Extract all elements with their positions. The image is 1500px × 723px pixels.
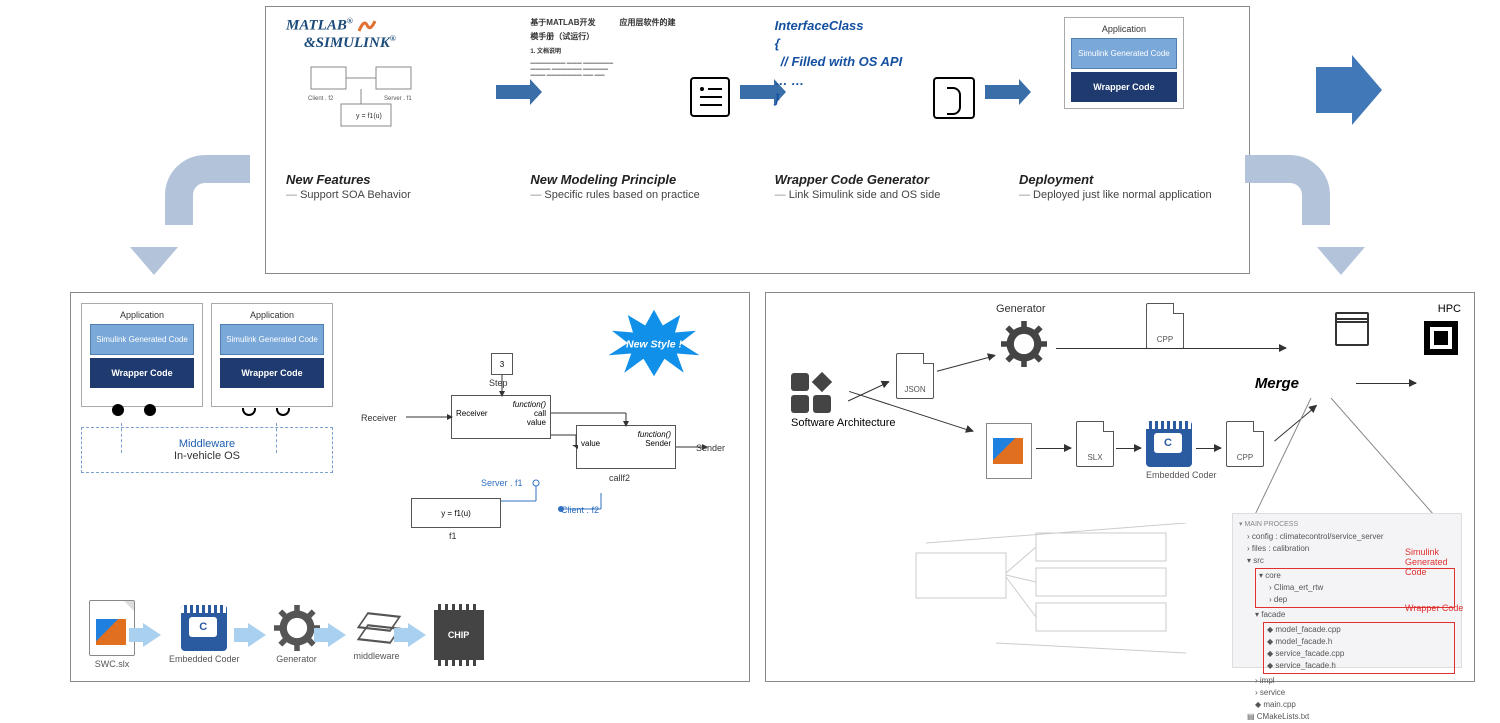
svg-text:Server . f1: Server . f1: [384, 96, 412, 102]
workflow-top-panel: MATLAB® &SIMULINK® y = f1(u) Client . f2…: [265, 6, 1250, 274]
stage-new-features: MATLAB® &SIMULINK® y = f1(u) Client . f2…: [286, 17, 496, 167]
matlab-wave-icon: [357, 17, 377, 35]
hpc-toolchain-panel: Software Architecture JSON Generator CPP…: [765, 292, 1475, 682]
chip-step: CHIP: [434, 610, 484, 660]
stage-modeling-principle: 基于MATLAB开发 应用层软件的建 模手册（试运行） 1. 文档说明 ▬▬▬▬…: [530, 17, 740, 167]
port-dot-icon: [112, 404, 124, 416]
stage-deployment: Application Simulink Generated Code Wrap…: [1019, 17, 1229, 167]
archive-box-icon: [1335, 318, 1369, 346]
merge-label: Merge: [1255, 375, 1299, 392]
arrow-icon: [1356, 383, 1416, 384]
matlab-brand: MATLAB: [286, 17, 347, 33]
chip-icon: CHIP: [434, 610, 484, 660]
curved-arrow-right-icon: [1245, 140, 1355, 270]
curved-arrow-left-icon: [140, 140, 250, 270]
flow-arrow-icon: [496, 85, 530, 99]
modules-icon: [791, 373, 831, 413]
layers-icon: [355, 608, 399, 648]
connector-line: [276, 423, 277, 453]
wrapper-code-box: Wrapper Code: [1071, 72, 1177, 102]
flow-arrow-icon: [143, 623, 161, 647]
cpp-file-icon: CPP: [1146, 303, 1184, 349]
port-dot-icon: [144, 404, 156, 416]
gear-icon: [1001, 321, 1047, 367]
plugin-icon: [933, 77, 975, 119]
simulink-model-thumbnail: [896, 523, 1196, 663]
hpc-chip-icon: [1424, 321, 1458, 355]
svg-text:y = f1(u): y = f1(u): [356, 113, 382, 120]
list-document-icon: [690, 77, 730, 117]
application-stack: Application Simulink Generated Code Wrap…: [81, 303, 203, 407]
svg-text:New Style !: New Style !: [626, 338, 683, 350]
simulink-brand: &SIMULINK: [304, 35, 390, 51]
stage-wrapper-generator: InterfaceClass { // Filled with OS API ……: [775, 17, 985, 167]
file-tree-panel: ▾ MAIN PROCESS › config : climatecontrol…: [1232, 513, 1462, 668]
simulink-new-style-model: 3 Step Receiver function() Receivercall …: [361, 353, 731, 543]
arrow-icon: [1036, 448, 1071, 449]
embedded-coder-icon: [1146, 421, 1192, 467]
simulink-model-thumbnail: y = f1(u) Client . f2 Server . f1: [306, 62, 426, 132]
port-arc-icon: [242, 408, 256, 416]
hpc-label: HPC: [1438, 303, 1461, 315]
middleware-box: Middleware In-vehicle OS: [81, 427, 333, 473]
simulink-file-icon: [986, 423, 1032, 479]
slx-file-icon: SLX: [1076, 421, 1114, 467]
simulink-generated-code-box: Simulink Generated Code: [1071, 38, 1177, 69]
port-arc-icon: [276, 408, 290, 416]
embedded-coder-node: Embedded Coder: [1146, 421, 1217, 480]
arrow-icon: [1196, 448, 1221, 449]
flow-arrow-icon: [740, 85, 774, 99]
flow-arrow-icon: [328, 623, 346, 647]
embedded-coder-icon: [181, 605, 227, 651]
flow-arrow-icon: [408, 623, 426, 647]
embedded-coder: Embedded Coder: [169, 605, 240, 664]
svg-text:Client . f2: Client . f2: [308, 96, 334, 102]
arrow-icon: [1116, 448, 1141, 449]
arrow-icon: [937, 355, 995, 371]
json-file-icon: JSON: [896, 353, 934, 399]
flow-arrow-icon: [985, 85, 1019, 99]
flow-arrow-icon: [248, 623, 266, 647]
soa-architecture-panel: Application Simulink Generated Code Wrap…: [70, 292, 750, 682]
arrow-icon: [1056, 348, 1286, 349]
connector-line: [121, 423, 122, 453]
merge-fanout-lines: [1251, 398, 1451, 528]
application-title: Application: [1071, 24, 1177, 34]
application-stack: Application Simulink Generated Code Wrap…: [211, 303, 333, 407]
